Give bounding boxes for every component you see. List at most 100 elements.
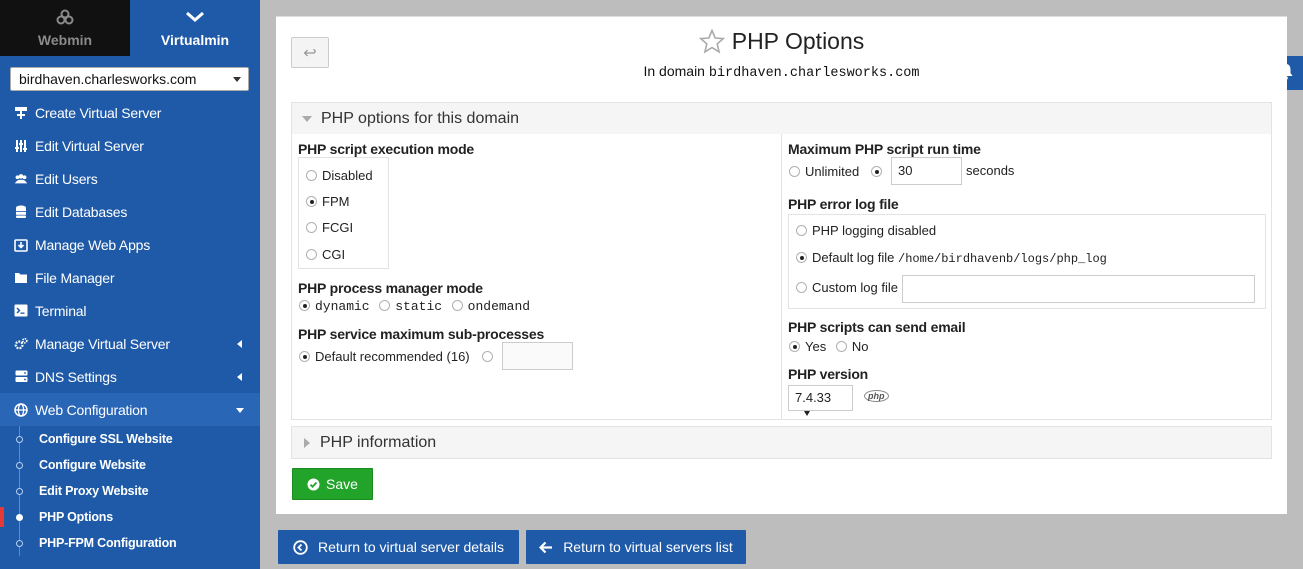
php-information-section-header[interactable]: PHP information	[292, 427, 1271, 458]
terminal-icon	[14, 304, 28, 318]
send-email-no[interactable]: No	[835, 339, 868, 354]
max-subprocesses-default[interactable]: Default recommended (16)	[299, 349, 470, 364]
bullet-icon	[16, 540, 23, 547]
webmin-label: Webmin	[37, 32, 93, 48]
options-columns: PHP script execution mode Disabled FPM F…	[292, 134, 1271, 420]
return-to-servers-list-button[interactable]: Return to virtual servers list	[526, 530, 746, 564]
options-right-column: Maximum PHP script run time Unlimited 30…	[782, 134, 1272, 419]
sidebar-item-dns-settings[interactable]: DNS Settings	[0, 360, 260, 393]
php-version-value: 7.4.33	[795, 390, 832, 405]
collapse-icon	[302, 115, 312, 122]
php-version-select[interactable]: 7.4.33	[788, 385, 853, 416]
max-subprocesses-input[interactable]	[502, 342, 573, 370]
sidebar-item-edit-databases[interactable]: Edit Databases	[0, 195, 260, 228]
process-manager-label: PHP process manager mode	[298, 280, 483, 296]
radio-button[interactable]	[482, 351, 493, 362]
execution-mode-fcgi[interactable]: FCGI	[306, 220, 353, 235]
sidebar-subitem-configure-website[interactable]: Configure Website	[0, 452, 260, 478]
execution-mode-cgi[interactable]: CGI	[306, 247, 345, 262]
radio-button[interactable]	[796, 252, 807, 263]
chevron-down-icon	[233, 77, 241, 82]
max-run-time-unlimited[interactable]: Unlimited	[789, 164, 859, 179]
sidebar-item-manage-web-apps[interactable]: Manage Web Apps	[0, 228, 260, 261]
sidebar-item-label: Manage Virtual Server	[35, 335, 170, 352]
max-run-time-custom-radio[interactable]	[871, 164, 887, 179]
active-marker	[0, 507, 4, 527]
process-manager-dynamic[interactable]: dynamic	[299, 298, 370, 314]
page-subtitle: In domain birdhaven.charlesworks.com	[276, 63, 1287, 81]
sidebar-subitem-php-fpm-configuration[interactable]: PHP-FPM Configuration	[0, 530, 260, 556]
webmin-tab[interactable]: Webmin	[0, 0, 130, 56]
error-log-default[interactable]: Default log file /home/birdhavenb/logs/p…	[796, 250, 1107, 266]
return-details-label: Return to virtual server details	[318, 539, 504, 555]
php-information-section: PHP information	[291, 426, 1272, 459]
virtualmin-label: Virtualmin	[160, 32, 230, 48]
max-subprocesses-custom-radio[interactable]	[482, 349, 498, 364]
chevron-down-icon	[804, 411, 810, 416]
sidebar-subitem-configure-ssl-website[interactable]: Configure SSL Website	[0, 426, 260, 452]
php-logo-icon: php	[864, 390, 889, 402]
radio-button[interactable]	[306, 196, 317, 207]
sidebar-subitem-php-options[interactable]: PHP Options	[0, 504, 260, 530]
radio-button[interactable]	[306, 170, 317, 181]
subtitle-domain: birdhaven.charlesworks.com	[708, 66, 920, 81]
radio-button[interactable]	[796, 282, 807, 293]
section-title: PHP options for this domain	[321, 109, 520, 127]
error-log-group: PHP logging disabled Default log file /h…	[788, 214, 1266, 309]
database-icon	[14, 205, 28, 219]
page-header: PHP Options In domain birdhaven.charlesw…	[276, 28, 1287, 81]
php-options-section-header[interactable]: PHP options for this domain	[292, 103, 1271, 134]
sidebar-item-edit-virtual-server[interactable]: Edit Virtual Server	[0, 129, 260, 162]
radio-button[interactable]	[789, 341, 800, 352]
radio-button[interactable]	[835, 341, 847, 352]
sidebar-subitem-label: PHP Options	[39, 510, 113, 524]
radio-button[interactable]	[299, 300, 310, 311]
domain-select[interactable]: birdhaven.charlesworks.com	[10, 67, 249, 91]
radio-button[interactable]	[451, 300, 463, 311]
sidebar-item-manage-virtual-server[interactable]: Manage Virtual Server	[0, 327, 260, 360]
execution-mode-disabled[interactable]: Disabled	[306, 168, 373, 183]
radio-button[interactable]	[789, 166, 800, 177]
radio-button[interactable]	[306, 222, 317, 233]
sidebar-item-label: Create Virtual Server	[35, 104, 162, 121]
sidebar-item-label: Edit Virtual Server	[35, 137, 144, 154]
sidebar-item-terminal[interactable]: Terminal	[0, 294, 260, 327]
arrow-left-icon	[539, 541, 553, 554]
max-run-time-unit: seconds	[966, 163, 1015, 178]
option-label: Custom log file	[812, 280, 898, 295]
star-icon[interactable]	[698, 29, 725, 54]
error-log-disabled[interactable]: PHP logging disabled	[796, 223, 936, 238]
sidebar-subitem-label: PHP-FPM Configuration	[39, 536, 177, 550]
page-title: PHP Options	[698, 28, 865, 55]
radio-button[interactable]	[306, 249, 317, 260]
execution-mode-fpm[interactable]: FPM	[306, 194, 349, 209]
max-run-time-input[interactable]: 30	[891, 157, 962, 185]
bullet-icon	[16, 436, 23, 443]
process-manager-static[interactable]: static	[379, 298, 442, 314]
radio-button[interactable]	[299, 351, 310, 362]
sidebar-item-create-virtual-server[interactable]: Create Virtual Server	[0, 96, 260, 129]
sidebar-subitem-edit-proxy-website[interactable]: Edit Proxy Website	[0, 478, 260, 504]
send-email-yes[interactable]: Yes	[789, 339, 826, 354]
sidebar-item-file-manager[interactable]: File Manager	[0, 261, 260, 294]
page-title-text: PHP Options	[731, 28, 865, 54]
process-manager-ondemand[interactable]: ondemand	[451, 298, 531, 314]
sidebar-subitem-label: Edit Proxy Website	[39, 484, 149, 498]
radio-button[interactable]	[871, 166, 882, 177]
virtualmin-tab[interactable]: Virtualmin	[130, 0, 260, 56]
save-button[interactable]: Save	[292, 468, 373, 500]
chevron-down-icon	[236, 408, 244, 413]
error-log-custom[interactable]: Custom log file	[796, 280, 898, 295]
custom-log-file-input[interactable]	[902, 275, 1255, 303]
sidebar-item-web-configuration[interactable]: Web Configuration	[0, 393, 260, 426]
php-options-section: PHP options for this domain PHP script e…	[291, 102, 1272, 420]
sidebar-item-label: Web Configuration	[35, 401, 148, 418]
radio-button[interactable]	[796, 225, 807, 236]
radio-button[interactable]	[379, 300, 391, 311]
return-to-server-details-button[interactable]: Return to virtual server details	[278, 530, 519, 564]
expand-icon	[304, 437, 310, 448]
cogs-icon	[14, 337, 28, 351]
sidebar-item-edit-users[interactable]: Edit Users	[0, 162, 260, 195]
save-button-label: Save	[326, 476, 358, 492]
option-label: ondemand	[467, 299, 531, 314]
